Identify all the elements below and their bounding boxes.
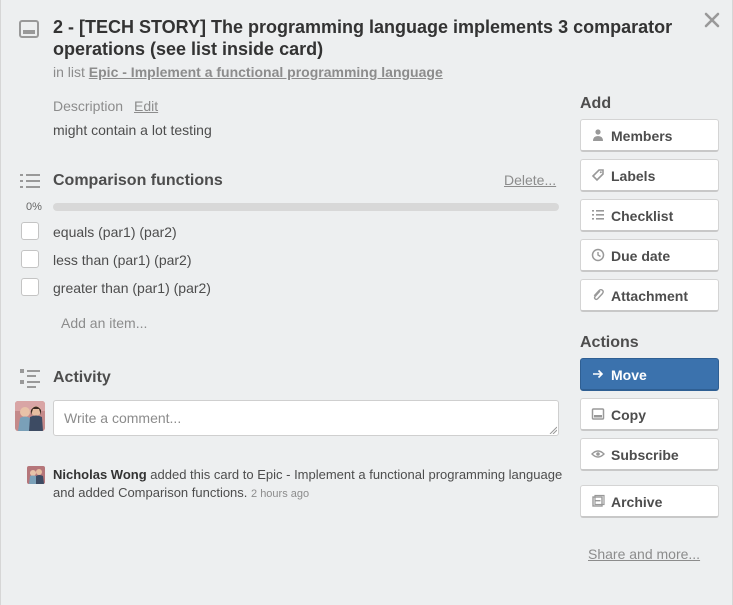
add-checklist-item[interactable]: Add an item...	[61, 315, 147, 331]
attachment-button[interactable]: Attachment	[580, 279, 719, 312]
archive-icon	[592, 494, 605, 507]
due-date-button-label: Due date	[611, 248, 671, 264]
eye-icon	[591, 450, 605, 458]
share-and-more-link[interactable]: Share and more...	[588, 546, 700, 562]
in-list-prefix: in list	[53, 64, 85, 80]
members-button-label: Members	[611, 128, 673, 144]
activity-time[interactable]: 2 hours ago	[251, 488, 309, 500]
list-link[interactable]: Epic - Implement a functional programmin…	[89, 64, 443, 80]
due-date-button[interactable]: Due date	[580, 239, 719, 272]
activity-icon	[20, 369, 40, 388]
checklist-item[interactable]: greater than (par1) (par2)	[21, 278, 561, 300]
comment-input[interactable]: Write a comment...	[53, 400, 559, 436]
checklist-button-label: Checklist	[611, 208, 674, 224]
members-button[interactable]: Members	[580, 119, 719, 152]
archive-button-label: Archive	[611, 494, 663, 510]
description-text[interactable]: might contain a lot testing	[53, 122, 212, 138]
checklist-delete-link[interactable]: Delete...	[504, 172, 556, 188]
arrow-right-icon	[593, 369, 604, 379]
archive-button[interactable]: Archive	[580, 485, 719, 518]
close-icon[interactable]	[702, 10, 722, 30]
move-button[interactable]: Move	[580, 358, 719, 391]
checklist-item[interactable]: equals (par1) (par2)	[21, 222, 561, 244]
checklist-button[interactable]: Checklist	[580, 199, 719, 232]
tag-icon	[591, 169, 604, 182]
checklist-item-label[interactable]: less than (par1) (par2)	[53, 252, 192, 268]
subscribe-button-label: Subscribe	[611, 447, 679, 463]
activity-avatar	[27, 466, 45, 484]
checklist-item-checkbox[interactable]	[21, 222, 39, 240]
move-button-label: Move	[611, 367, 647, 383]
card-title[interactable]: 2 - [TECH STORY] The programming languag…	[53, 16, 683, 60]
attachment-button-label: Attachment	[611, 288, 689, 304]
clock-icon	[591, 248, 605, 262]
description-edit-link[interactable]: Edit	[134, 98, 158, 114]
in-list-line: in list Epic - Implement a functional pr…	[53, 64, 443, 80]
person-icon	[593, 129, 603, 141]
card-icon	[591, 408, 605, 420]
avatar	[15, 401, 45, 431]
checklist-icon	[592, 210, 604, 220]
copy-button-label: Copy	[611, 407, 646, 423]
checklist-item-label[interactable]: greater than (par1) (par2)	[53, 280, 211, 296]
card-icon	[19, 20, 39, 38]
checklist-title[interactable]: Comparison functions	[53, 172, 223, 190]
paperclip-icon	[593, 288, 604, 301]
card-detail-modal: 2 - [TECH STORY] The programming languag…	[0, 0, 733, 605]
checklist-item-checkbox[interactable]	[21, 278, 39, 296]
subscribe-button[interactable]: Subscribe	[580, 438, 719, 471]
activity-entry: Nicholas Wong added this card to Epic - …	[53, 466, 563, 503]
copy-button[interactable]: Copy	[580, 398, 719, 431]
resize-grip-icon[interactable]	[549, 426, 557, 434]
checklist-icon	[20, 174, 40, 188]
checklist-progress-bar	[53, 203, 559, 211]
add-heading: Add	[580, 95, 612, 112]
activity-author[interactable]: Nicholas Wong	[53, 467, 147, 482]
actions-heading: Actions	[580, 334, 639, 351]
description-label: Description	[53, 98, 124, 114]
labels-button[interactable]: Labels	[580, 159, 719, 192]
checklist-item[interactable]: less than (par1) (par2)	[21, 250, 561, 272]
activity-title: Activity	[53, 369, 111, 386]
labels-button-label: Labels	[611, 168, 656, 184]
checklist-item-checkbox[interactable]	[21, 250, 39, 268]
checklist-item-label[interactable]: equals (par1) (par2)	[53, 224, 177, 240]
checklist-progress-percent: 0%	[26, 201, 42, 213]
